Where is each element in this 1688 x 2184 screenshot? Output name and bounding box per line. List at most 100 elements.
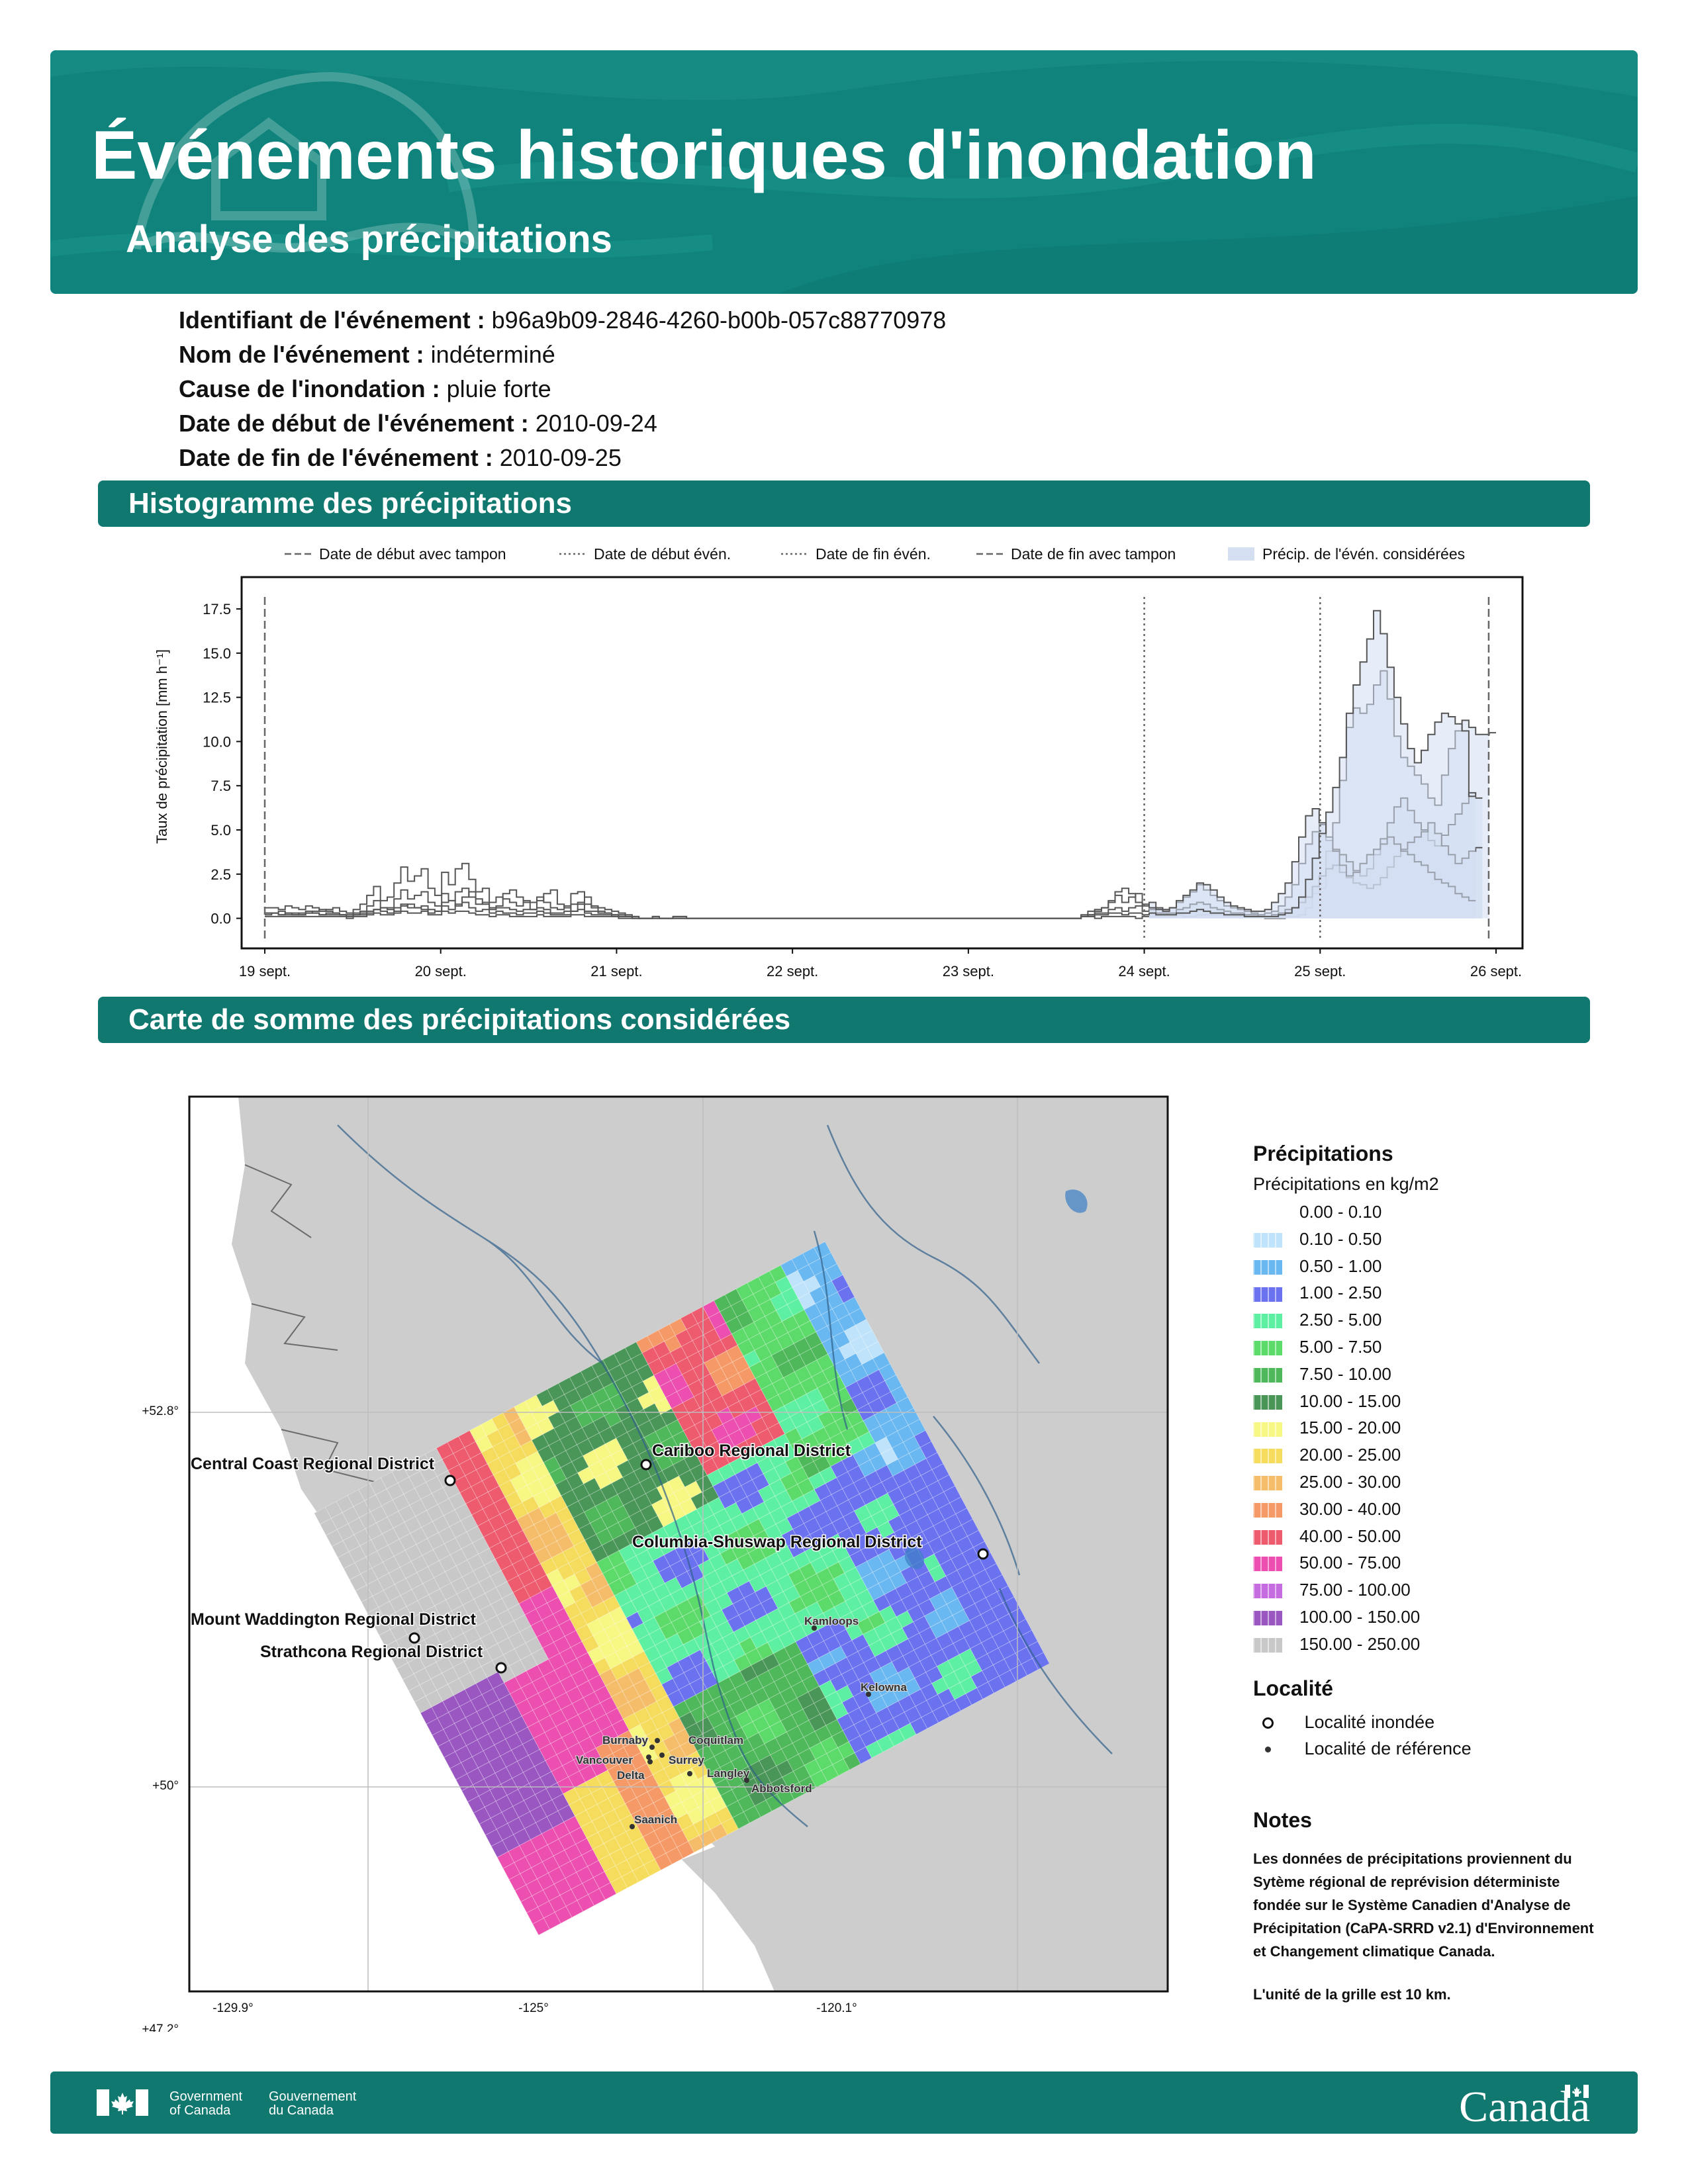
legend-class-label: 100.00 - 150.00 [1299, 1606, 1421, 1627]
canada-wordmark-flag-icon [1565, 2085, 1589, 2098]
end-date-label: Date de fin de l'événement : [179, 444, 493, 471]
legend-class-row: 150.00 - 250.00 [1253, 1631, 1624, 1658]
legend-class-label: 75.00 - 100.00 [1299, 1580, 1411, 1600]
legend-classes: 0.00 - 0.10 0.10 - 0.50 0.50 - 1.00 1.00 - … [1253, 1199, 1624, 1658]
legend-class-label: 15.00 - 20.00 [1299, 1418, 1401, 1438]
notes-title: Notes [1253, 1807, 1312, 1832]
legend-swatch [1253, 1422, 1282, 1437]
legend-class-row: 5.00 - 7.50 [1253, 1334, 1624, 1361]
x-tick-label: 26 sept. [1470, 963, 1522, 979]
chart-series [265, 610, 1496, 919]
flooded-locality-marker [444, 1475, 456, 1486]
x-tick-label: 25 sept. [1294, 963, 1346, 979]
gov-fr-line1: Gouvernement [269, 2089, 357, 2104]
legend-swatch [1253, 1232, 1282, 1248]
legend-class-row: 25.00 - 30.00 [1253, 1469, 1624, 1496]
legend-class-label: 10.00 - 15.00 [1299, 1390, 1401, 1411]
precipitation-histogram: Date de début avec tampon Date de début é… [154, 545, 1524, 979]
legend-class-label: 50.00 - 75.00 [1299, 1553, 1401, 1573]
legend-swatch [1253, 1287, 1282, 1302]
y-tick-label: 0.0 [211, 911, 231, 927]
x-tick-label: 24 sept. [1118, 963, 1170, 979]
gov-wordmark-fr: Gouvernement du Canada [269, 2090, 356, 2118]
legend-class-row: 7.50 - 10.00 [1253, 1361, 1624, 1388]
legend-swatch [1253, 1394, 1282, 1410]
legend-label: Date de fin évén. [816, 545, 931, 563]
legend-swatch [1253, 1557, 1282, 1572]
legend-title: Précipitations [1253, 1142, 1393, 1165]
legend-class-row: 0.00 - 0.10 [1253, 1199, 1624, 1226]
legend-class-label: 40.00 - 50.00 [1299, 1525, 1401, 1546]
reference-locality-marker [649, 1745, 655, 1750]
legend-class-row: 40.00 - 50.00 [1253, 1523, 1624, 1550]
page-title: Événements historiques d'inondation [91, 117, 1317, 194]
gov-en-line2: of Canada [169, 2103, 231, 2118]
lat-label: +52.8° [142, 1404, 179, 1418]
legend-class-row: 30.00 - 40.00 [1253, 1496, 1624, 1523]
legend-swatch [1253, 1449, 1282, 1464]
flood-cause-row: Cause de l'inondation : pluie forte [179, 372, 1370, 406]
histogram-section-bar: Histogramme des précipitations [98, 480, 1590, 527]
flooded-locality-label: Localité inondée [1304, 1711, 1435, 1732]
header-banner: Événements historiques d'inondation Anal… [50, 50, 1638, 294]
map-legend: Précipitations Précipitations en kg/m2 0… [1253, 1142, 1624, 2003]
x-tick-label: 23 sept. [943, 963, 994, 979]
y-tick-label: 2.5 [211, 866, 231, 883]
locality-title: Localité [1253, 1676, 1333, 1700]
legend-class-label: 150.00 - 250.00 [1299, 1633, 1421, 1654]
reference-locality-label: Burnaby [602, 1734, 649, 1747]
flooded-locality-marker [640, 1459, 652, 1471]
gov-fr-line2: du Canada [269, 2103, 334, 2118]
histogram-section-title: Histogramme des précipitations [128, 487, 572, 520]
legend-swatch [1253, 1637, 1282, 1653]
gov-wordmark-en: Government of Canada [169, 2090, 242, 2118]
legend-class-label: 20.00 - 25.00 [1299, 1445, 1401, 1465]
lon-label: -125° [518, 2001, 549, 2015]
flooded-locality-label: Mount Waddington Regional District [191, 1610, 477, 1629]
reference-locality-marker [659, 1752, 665, 1758]
legend-swatch [1253, 1314, 1282, 1329]
start-date-value: 2010-09-24 [535, 410, 657, 437]
legend-class-label: 5.00 - 7.50 [1299, 1336, 1382, 1357]
chart-axes: 0.0 2.5 5.0 7.5 10.0 12.5 15.0 17.5 19 sept. 20 s… [203, 576, 1524, 979]
lon-label: -129.9° [212, 2001, 253, 2015]
legend-swatch [1253, 1584, 1282, 1599]
event-id-label: Identifiant de l'événement : [179, 306, 485, 334]
lon-label: -120.1° [816, 2001, 857, 2015]
legend-swatch [1253, 1611, 1282, 1626]
canada-flag-icon [97, 2089, 148, 2116]
legend-class-row: 50.00 - 75.00 [1253, 1549, 1624, 1576]
legend-label: Date de début évén. [594, 545, 731, 563]
flooded-locality-marker [495, 1662, 507, 1674]
map-section-title: Carte de somme des précipitations consid… [128, 1003, 791, 1036]
notes-grid-unit: L'unité de la grille est 10 km. [1253, 1985, 1451, 2003]
start-date-row: Date de début de l'événement : 2010-09-2… [179, 406, 1370, 441]
reference-locality-label: Kelowna [861, 1681, 907, 1694]
reference-locality-label: Vancouver [576, 1754, 633, 1766]
reference-locality-label: Coquitlam [688, 1734, 743, 1747]
reference-locality-label: Abbotsford [751, 1782, 812, 1795]
lat-label: +47.2° [142, 2023, 179, 2032]
legend-label: Précip. de l'évén. considérées [1262, 545, 1465, 563]
legend-swatch [1253, 1529, 1282, 1545]
legend-swatch [1253, 1367, 1282, 1383]
flooded-locality-label: Strathcona Regional District [260, 1643, 483, 1661]
event-id-row: Identifiant de l'événement : b96a9b09-28… [179, 303, 1370, 338]
legend-class-label: 30.00 - 40.00 [1299, 1498, 1401, 1519]
event-name-value: indéterminé [430, 341, 555, 368]
notes-text: Les données de précipitations proviennen… [1253, 1850, 1594, 1960]
legend-class-label: 7.50 - 10.00 [1299, 1363, 1391, 1384]
reference-locality-marker [687, 1771, 692, 1776]
page-subtitle: Analyse des précipitations [126, 218, 612, 261]
legend-class-label: 0.00 - 0.10 [1299, 1202, 1382, 1222]
legend-class-label: 2.50 - 5.00 [1299, 1310, 1382, 1330]
legend-swatch [1253, 1206, 1282, 1221]
x-tick-label: 20 sept. [415, 963, 467, 979]
y-tick-label: 10.0 [203, 733, 231, 750]
legend-reference-locality: Localité de référence [1253, 1735, 1624, 1762]
legend-class-row: 20.00 - 25.00 [1253, 1441, 1624, 1469]
flooded-locality-label: Columbia-Shuswap Regional District [632, 1533, 922, 1551]
legend-class-row: 1.00 - 2.50 [1253, 1279, 1624, 1306]
x-tick-label: 21 sept. [590, 963, 642, 979]
legend-class-row: 0.10 - 0.50 [1253, 1226, 1624, 1253]
